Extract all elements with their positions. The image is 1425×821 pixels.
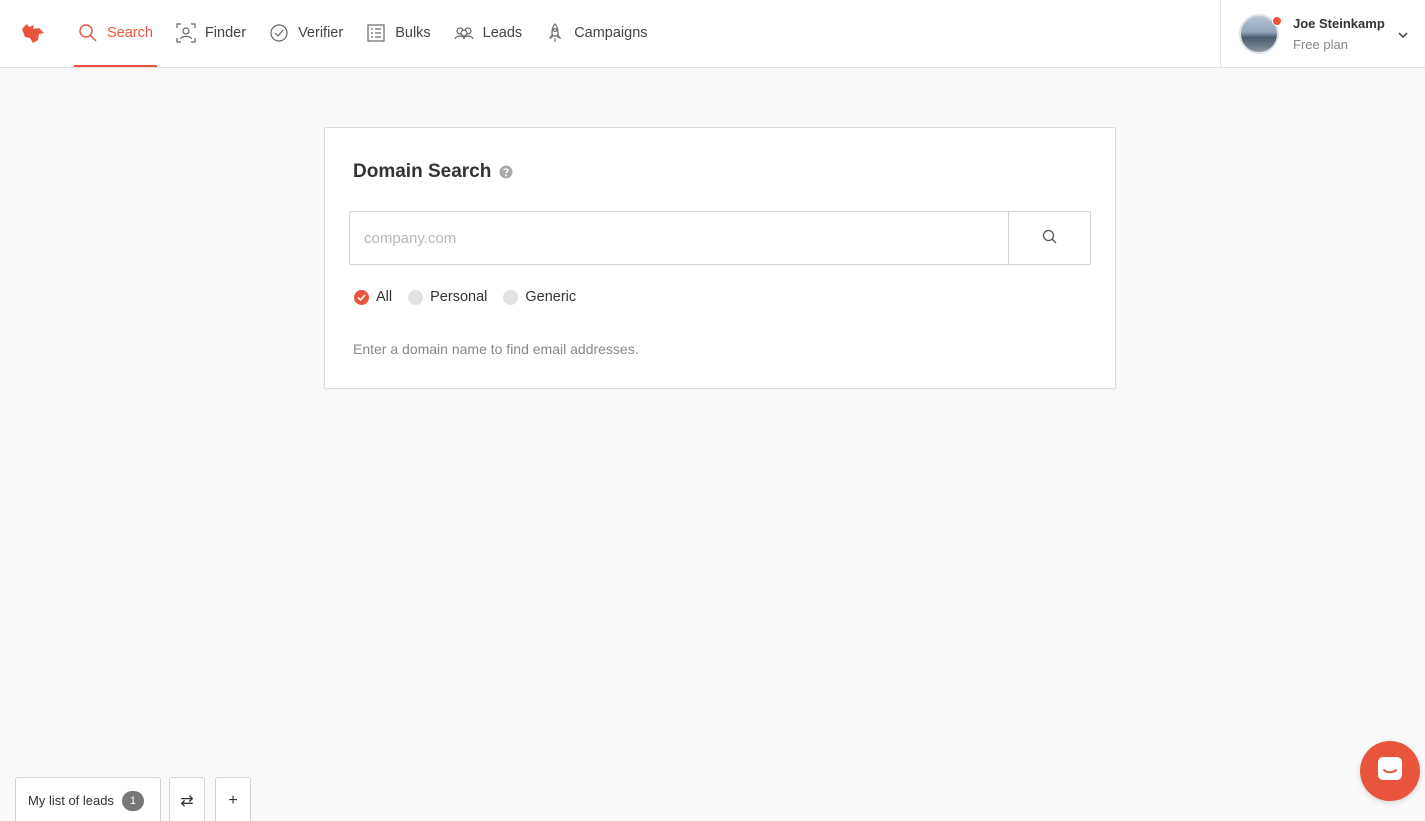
chat-icon [1376, 755, 1404, 788]
filter-personal[interactable]: Personal [408, 289, 487, 305]
radio-checked-icon[interactable] [354, 289, 369, 305]
profile-name: Joe Steinkamp [1293, 16, 1385, 31]
profile-plan: Free plan [1293, 37, 1348, 52]
domain-search-box [349, 211, 1091, 265]
notification-dot [1272, 16, 1282, 26]
radio-icon[interactable] [408, 289, 424, 305]
filter-generic[interactable]: Generic [503, 289, 576, 305]
nav-item-search[interactable]: Search [74, 0, 157, 67]
nav-item-verifier[interactable]: Verifier [265, 0, 347, 67]
logo-icon[interactable] [20, 20, 46, 46]
switch-list-button[interactable]: ⇄ [169, 777, 205, 821]
nav-item-bulks[interactable]: Bulks [362, 0, 434, 67]
plus-icon: + [228, 791, 238, 809]
filter-label: Personal [430, 289, 488, 305]
people-icon [454, 23, 474, 43]
card-title-row: Domain Search [353, 161, 513, 183]
nav-item-label: Bulks [395, 24, 431, 41]
add-list-button[interactable]: + [215, 777, 251, 821]
search-button[interactable] [1008, 212, 1090, 264]
page-title: Domain Search [353, 161, 492, 182]
finder-icon [176, 22, 196, 43]
domain-search-card: Domain Search All Personal Generic Enter [324, 127, 1116, 389]
chevron-down-icon[interactable] [1397, 28, 1409, 40]
main-nav: Search Finder Verifier Bulks Leads Campa… [74, 0, 667, 67]
radio-icon[interactable] [503, 289, 519, 305]
help-icon[interactable] [499, 165, 513, 179]
email-type-filters: All Personal Generic [354, 289, 592, 305]
search-icon [78, 23, 98, 43]
nav-item-label: Campaigns [574, 24, 648, 41]
nav-item-label: Search [107, 24, 153, 41]
leads-list-tab[interactable]: My list of leads 1 [15, 777, 161, 821]
nav-item-label: Verifier [298, 24, 344, 41]
top-navbar: Search Finder Verifier Bulks Leads Campa… [0, 0, 1425, 68]
filter-label: Generic [525, 289, 577, 305]
nav-item-label: Leads [482, 24, 523, 41]
check-circle-icon [269, 23, 289, 43]
nav-item-campaigns[interactable]: Campaigns [541, 0, 651, 67]
swap-icon: ⇄ [180, 792, 194, 810]
chat-launcher-button[interactable] [1360, 741, 1420, 801]
leads-list-label: My list of leads [28, 793, 114, 808]
domain-search-input[interactable] [350, 212, 1008, 264]
list-icon [366, 23, 386, 43]
filter-all[interactable]: All [354, 289, 392, 305]
nav-item-label: Finder [204, 24, 247, 41]
nav-item-leads[interactable]: Leads [450, 0, 527, 67]
search-hint: Enter a domain name to find email addres… [353, 341, 639, 357]
filter-label: All [376, 289, 393, 305]
profile-menu[interactable]: Joe Steinkamp Free plan [1220, 0, 1425, 67]
rocket-icon [545, 22, 565, 43]
count-badge: 1 [121, 790, 144, 811]
nav-item-finder[interactable]: Finder [172, 0, 250, 67]
search-icon [1042, 229, 1058, 248]
